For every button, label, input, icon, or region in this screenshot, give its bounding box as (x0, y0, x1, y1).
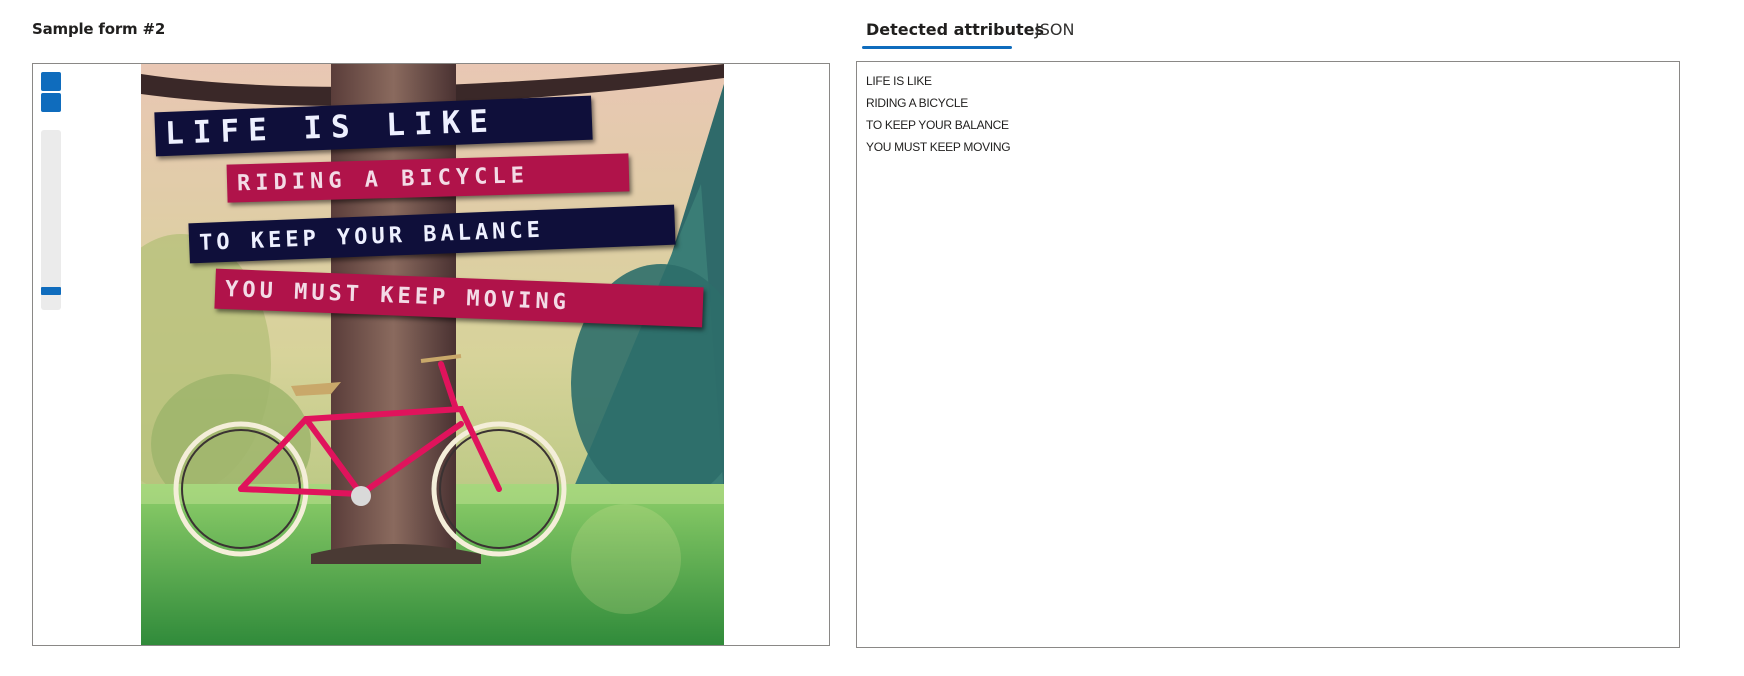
detected-attributes-panel[interactable]: LIFE IS LIKE RIDING A BICYCLE TO KEEP YO… (856, 61, 1680, 648)
tab-detected-attributes[interactable]: Detected attributes (866, 20, 1044, 39)
image-label-4-text: YOU MUST KEEP MOVING (224, 276, 571, 315)
zoom-slider[interactable] (41, 130, 61, 310)
form-image: LIFE IS LIKE RIDING A BICYCLE TO KEEP YO… (141, 64, 724, 645)
attribute-line: TO KEEP YOUR BALANCE (866, 118, 1009, 132)
tab-json[interactable]: JSON (1035, 20, 1074, 39)
zoom-in-button[interactable] (41, 72, 61, 91)
image-label-1-text: LIFE IS LIKE (164, 103, 498, 152)
attribute-line: RIDING A BICYCLE (866, 96, 968, 110)
image-label-2-text: RIDING A BICYCLE (236, 162, 530, 196)
attribute-line: LIFE IS LIKE (866, 74, 932, 88)
image-label-3-text: TO KEEP YOUR BALANCE (198, 217, 545, 256)
attribute-line: YOU MUST KEEP MOVING (866, 140, 1011, 154)
form-title: Sample form #2 (32, 20, 166, 38)
image-viewer[interactable]: LIFE IS LIKE RIDING A BICYCLE TO KEEP YO… (32, 63, 830, 646)
active-tab-indicator (862, 46, 1012, 49)
zoom-slider-thumb[interactable] (41, 287, 61, 295)
zoom-out-button[interactable] (41, 93, 61, 112)
